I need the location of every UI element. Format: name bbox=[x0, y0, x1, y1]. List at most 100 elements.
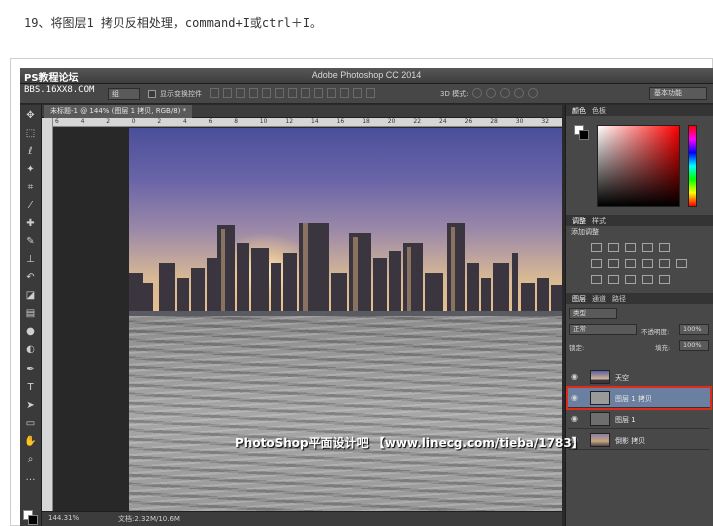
crop-tool-icon[interactable]: ⌗ bbox=[23, 181, 38, 194]
ruler-tick-label: 24 bbox=[439, 118, 447, 125]
distribute-center-icon[interactable] bbox=[340, 88, 349, 98]
ruler-tick-label: 6 bbox=[55, 118, 59, 125]
document-size[interactable]: 文档:2.32M/10.6M bbox=[118, 514, 180, 524]
3d-drag-icon[interactable] bbox=[500, 88, 510, 98]
layer-row-selected[interactable]: ◉ 图层 1 拷贝 bbox=[566, 386, 712, 410]
3d-roll-icon[interactable] bbox=[486, 88, 496, 98]
align-right-icon[interactable] bbox=[275, 88, 284, 98]
city-skyline bbox=[129, 223, 562, 318]
eye-icon[interactable]: ◉ bbox=[571, 372, 578, 381]
fill-field[interactable]: 100% bbox=[679, 340, 709, 351]
rectangle-tool-icon[interactable]: ▭ bbox=[23, 417, 38, 430]
hand-tool-icon[interactable]: ✋ bbox=[23, 435, 38, 448]
auto-select-dropdown[interactable]: 组 bbox=[108, 88, 140, 100]
tab-channels[interactable]: 通道 bbox=[592, 294, 606, 304]
distribute-bottom-icon[interactable] bbox=[314, 88, 323, 98]
align-middle-icon[interactable] bbox=[223, 88, 232, 98]
document-tab[interactable]: 未标题-1 @ 144% (图层 1 拷贝, RGB/8) * bbox=[44, 105, 193, 118]
ruler-tick-label: 30 bbox=[515, 118, 524, 125]
exposure-icon[interactable] bbox=[642, 243, 653, 252]
distribute-left-icon[interactable] bbox=[327, 88, 336, 98]
opacity-field[interactable]: 100% bbox=[679, 324, 709, 335]
distribute-top-icon[interactable] bbox=[288, 88, 297, 98]
eyedropper-tool-icon[interactable]: ⁄ bbox=[23, 199, 38, 212]
show-transform-checkbox[interactable] bbox=[148, 90, 156, 98]
selective-color-icon[interactable] bbox=[659, 275, 670, 284]
lasso-tool-icon[interactable]: ℓ bbox=[23, 145, 38, 158]
tab-swatches[interactable]: 色板 bbox=[592, 106, 606, 116]
black-white-icon[interactable] bbox=[625, 259, 636, 268]
tab-adjustments[interactable]: 调整 bbox=[572, 216, 586, 226]
document-tab-bar: 未标题-1 @ 144% (图层 1 拷贝, RGB/8) * bbox=[42, 105, 562, 118]
3d-mode-icons bbox=[472, 88, 538, 98]
gradient-tool-icon[interactable]: ▤ bbox=[23, 307, 38, 320]
background-color-swatch[interactable] bbox=[28, 515, 38, 525]
align-center-icon[interactable] bbox=[262, 88, 271, 98]
layer-row[interactable]: ◉ 倒影 拷贝 bbox=[568, 430, 710, 450]
tab-layers[interactable]: 图层 bbox=[572, 294, 586, 304]
hue-saturation-icon[interactable] bbox=[591, 259, 602, 268]
type-tool-icon[interactable]: T bbox=[23, 381, 38, 394]
adjustment-row-2 bbox=[591, 259, 687, 268]
clone-stamp-tool-icon[interactable]: ⊥ bbox=[23, 253, 38, 266]
auto-align-icon[interactable] bbox=[366, 88, 375, 98]
layer-row[interactable]: ◉ 天空 bbox=[568, 367, 710, 387]
channel-mixer-icon[interactable] bbox=[659, 259, 670, 268]
photo-filter-icon[interactable] bbox=[642, 259, 653, 268]
gradient-map-icon[interactable] bbox=[642, 275, 653, 284]
workspace-dropdown[interactable]: 基本功能 bbox=[649, 87, 707, 100]
3d-scale-icon[interactable] bbox=[528, 88, 538, 98]
tab-paths[interactable]: 路径 bbox=[612, 294, 626, 304]
invert-icon[interactable] bbox=[591, 275, 602, 284]
layer-row[interactable]: ◉ 图层 1 bbox=[568, 409, 710, 429]
vibrance-icon[interactable] bbox=[659, 243, 670, 252]
quick-select-tool-icon[interactable]: ✦ bbox=[23, 163, 38, 176]
distribute-middle-icon[interactable] bbox=[301, 88, 310, 98]
layer-thumbnail bbox=[590, 433, 610, 447]
align-left-icon[interactable] bbox=[249, 88, 258, 98]
tab-color[interactable]: 颜色 bbox=[572, 106, 586, 116]
color-picker-field[interactable] bbox=[597, 125, 680, 207]
document-canvas[interactable] bbox=[129, 128, 562, 511]
toolbox: ✥ ⬚ ℓ ✦ ⌗ ⁄ ✚ ✎ ⊥ ↶ ◪ ▤ ● ◐ ✒ T ➤ ▭ ✋ ⌕ … bbox=[20, 105, 42, 526]
title-bar: PS教程论坛 Adobe Photoshop CC 2014 bbox=[20, 68, 713, 84]
curves-icon[interactable] bbox=[625, 243, 636, 252]
dodge-tool-icon[interactable]: ◐ bbox=[23, 343, 38, 356]
align-top-icon[interactable] bbox=[210, 88, 219, 98]
blend-mode-dropdown[interactable]: 正常 bbox=[569, 324, 637, 335]
zoom-level[interactable]: 144.31% bbox=[48, 514, 79, 522]
more-tools-icon[interactable]: … bbox=[23, 471, 38, 484]
layer-name: 天空 bbox=[615, 374, 629, 382]
3d-slide-icon[interactable] bbox=[514, 88, 524, 98]
move-tool-icon[interactable]: ✥ bbox=[23, 109, 38, 122]
color-balance-icon[interactable] bbox=[608, 259, 619, 268]
path-select-tool-icon[interactable]: ➤ bbox=[23, 399, 38, 412]
tab-styles[interactable]: 样式 bbox=[592, 216, 606, 226]
align-bottom-icon[interactable] bbox=[236, 88, 245, 98]
zoom-tool-icon[interactable]: ⌕ bbox=[23, 453, 38, 466]
brush-tool-icon[interactable]: ✎ bbox=[23, 235, 38, 248]
marquee-tool-icon[interactable]: ⬚ bbox=[23, 127, 38, 140]
levels-icon[interactable] bbox=[608, 243, 619, 252]
color-lookup-icon[interactable] bbox=[676, 259, 687, 268]
3d-rotate-icon[interactable] bbox=[472, 88, 482, 98]
layer-filter-dropdown[interactable]: 类型 bbox=[569, 308, 617, 319]
pen-tool-icon[interactable]: ✒ bbox=[23, 363, 38, 376]
blur-tool-icon[interactable]: ● bbox=[23, 325, 38, 338]
eye-icon[interactable]: ◉ bbox=[571, 414, 578, 423]
posterize-icon[interactable] bbox=[608, 275, 619, 284]
brightness-icon[interactable] bbox=[591, 243, 602, 252]
hue-slider[interactable] bbox=[688, 125, 697, 207]
horizontal-ruler: 6 4 2 0 2 4 6 8 10 12 14 16 18 20 22 24 26 28 30 32 bbox=[53, 118, 562, 127]
healing-brush-tool-icon[interactable]: ✚ bbox=[23, 217, 38, 230]
adjust-panel-tabs: 调整 样式 bbox=[566, 215, 713, 226]
distribute-right-icon[interactable] bbox=[353, 88, 362, 98]
eraser-tool-icon[interactable]: ◪ bbox=[23, 289, 38, 302]
panel-background-swatch[interactable] bbox=[579, 130, 589, 140]
eye-icon[interactable]: ◉ bbox=[571, 393, 578, 402]
layers-panel-tabs: 图层 通道 路径 bbox=[566, 293, 713, 304]
history-brush-tool-icon[interactable]: ↶ bbox=[23, 271, 38, 284]
adjustment-row-3 bbox=[591, 275, 670, 284]
fill-label: 填充: bbox=[655, 344, 671, 352]
threshold-icon[interactable] bbox=[625, 275, 636, 284]
